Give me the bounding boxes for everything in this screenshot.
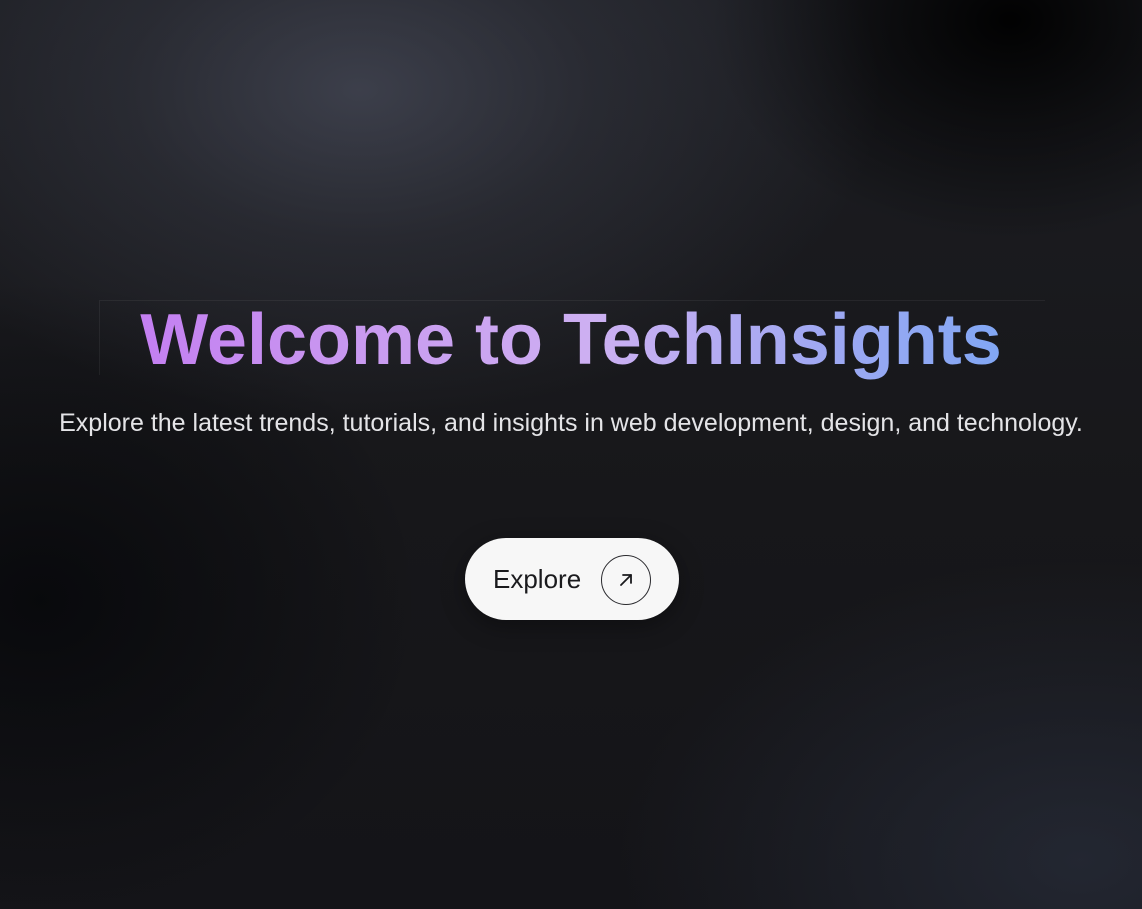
explore-button[interactable]: Explore [465, 538, 679, 620]
hero-section: Welcome to TechInsights Explore the late… [0, 0, 1142, 909]
explore-button-label: Explore [493, 564, 582, 594]
arrow-up-right-icon [601, 555, 651, 605]
hero-subtitle: Explore the latest trends, tutorials, an… [59, 409, 1083, 437]
page-title: Welcome to TechInsights [0, 299, 1142, 381]
